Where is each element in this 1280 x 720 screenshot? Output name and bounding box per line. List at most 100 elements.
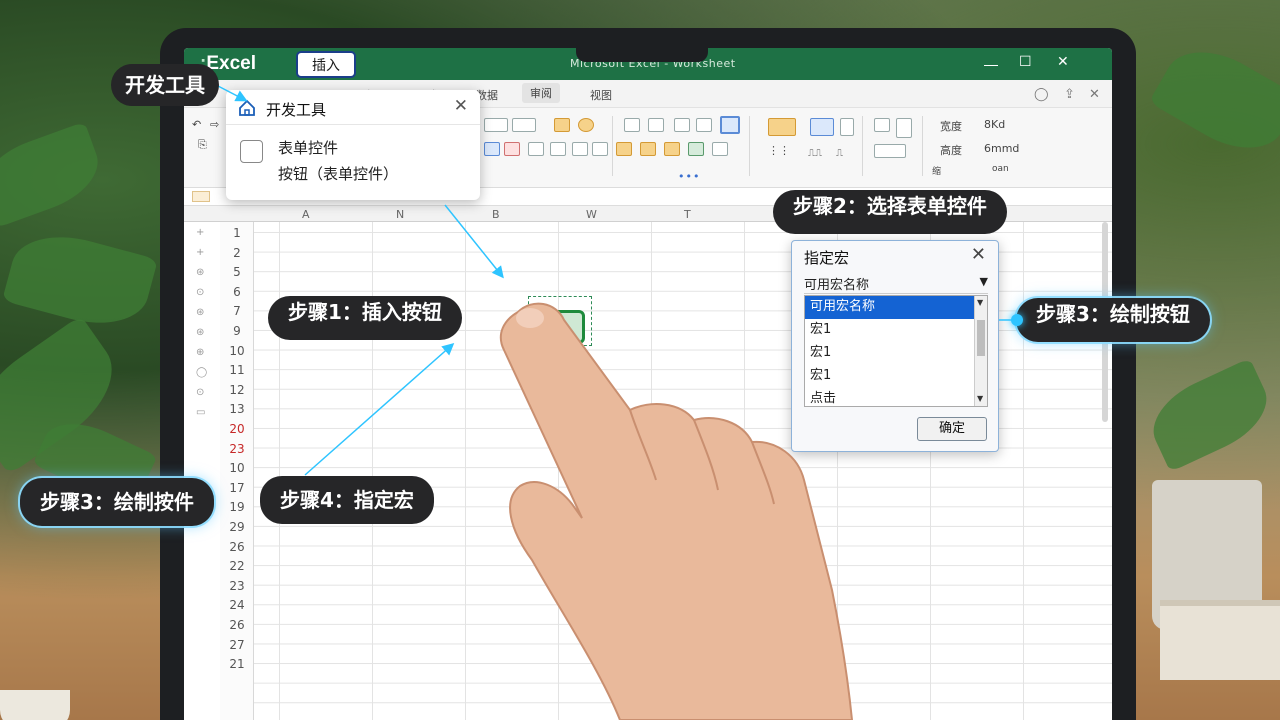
width-label: 宽度 (940, 120, 962, 133)
indent-icon[interactable] (528, 142, 544, 156)
column-header[interactable]: B (492, 208, 500, 221)
image-icon[interactable] (640, 142, 656, 156)
list-scrollbar[interactable]: ▼ ▼ (974, 296, 987, 406)
chart-line-icon[interactable] (768, 118, 796, 136)
scroll-up-icon[interactable]: ▼ (977, 298, 983, 307)
popup-title: 开发工具 (266, 101, 327, 119)
row-number[interactable]: 23 (220, 442, 254, 456)
list-item[interactable]: 宏1 (805, 365, 987, 388)
ribbon-collapse-icon[interactable]: ✕ (1089, 87, 1100, 102)
row-number[interactable]: 9 (220, 324, 254, 338)
list-item[interactable]: 可用宏名称 (805, 296, 987, 319)
arrow-down-icon[interactable] (592, 142, 608, 156)
row-number[interactable]: 10 (220, 461, 254, 475)
row-number[interactable]: 27 (220, 638, 254, 652)
comment-icon[interactable]: ◯ (1034, 87, 1049, 102)
link-icon[interactable] (874, 118, 890, 132)
dialog-title: 指定宏 (804, 249, 850, 267)
row-number[interactable]: 7 (220, 304, 254, 318)
list-item[interactable]: 宏1 (805, 342, 987, 365)
height-label: 高度 (940, 144, 962, 157)
sparkline-icon[interactable]: ⋮⋮ (768, 144, 790, 157)
minimize-icon[interactable]: ⎼ (984, 54, 998, 70)
macro-list[interactable]: 可用宏名称 宏1 宏1 宏1 点击 ▼ ▼ (804, 295, 988, 407)
share-icon[interactable]: ⇪ (1064, 87, 1075, 102)
undo-icon[interactable]: ↶ (192, 118, 201, 131)
row-number[interactable]: 26 (220, 618, 254, 632)
restore-icon[interactable]: ☐ (1019, 54, 1032, 70)
row-number[interactable]: 26 (220, 540, 254, 554)
row-number[interactable]: 22 (220, 559, 254, 573)
symbol-icon[interactable] (712, 142, 728, 156)
shape-icon[interactable] (578, 118, 594, 132)
column-header[interactable]: T (684, 208, 691, 221)
ok-button[interactable]: 确定 (917, 417, 987, 441)
chart-col-icon[interactable] (840, 118, 854, 136)
row-number[interactable]: 20 (220, 422, 254, 436)
scroll-down-icon[interactable]: ▼ (977, 394, 983, 403)
column-header[interactable]: N (396, 208, 404, 221)
row-number[interactable]: 2 (220, 246, 254, 260)
merge-icon[interactable] (572, 142, 588, 156)
clipboard-icon[interactable]: ⎘ (198, 138, 207, 152)
header-footer-icon[interactable] (896, 118, 912, 138)
wrap-icon[interactable] (550, 142, 566, 156)
filter-icon[interactable]: ⎍ (836, 148, 843, 159)
close-icon[interactable]: ✕ (454, 96, 468, 116)
row-number[interactable]: 6 (220, 285, 254, 299)
name-box[interactable] (192, 191, 210, 202)
list-item[interactable]: 点击 (805, 388, 987, 406)
row-number[interactable]: 5 (220, 265, 254, 279)
height-value[interactable]: 6mmd (984, 142, 1019, 155)
callout-step4: 步骤4：指定宏 (260, 476, 434, 524)
row-icons-column: + + ⊛ ⊙ ⊛ ⊛ ⊕ ◯ ⊙ ▭ (184, 222, 220, 720)
list-item[interactable]: 宏1 (805, 319, 987, 342)
form-control-checkbox[interactable] (240, 140, 263, 163)
row-number[interactable]: 13 (220, 402, 254, 416)
row-number[interactable]: 17 (220, 481, 254, 495)
callout-developer-tools: 开发工具 (111, 64, 219, 106)
textbox-icon[interactable] (674, 118, 690, 132)
close-icon[interactable]: ✕ (971, 244, 986, 265)
row-number[interactable]: 19 (220, 500, 254, 514)
size-box-icon[interactable] (512, 118, 536, 132)
insert-tab[interactable]: 插入 (296, 51, 356, 78)
chart-icon[interactable] (664, 142, 680, 156)
row-number[interactable]: 24 (220, 598, 254, 612)
form-button-control[interactable] (524, 310, 585, 344)
slicer-icon[interactable]: ⎍⎍ (808, 148, 822, 159)
close-icon[interactable]: ✕ (1057, 54, 1069, 70)
row-number[interactable]: 12 (220, 383, 254, 397)
column-header[interactable]: W (586, 208, 597, 221)
home-icon (239, 99, 255, 116)
row-number[interactable]: 11 (220, 363, 254, 377)
redo-icon[interactable]: ⇨ (210, 118, 219, 131)
align-icon[interactable] (504, 142, 520, 156)
fill-color-icon[interactable] (554, 118, 570, 132)
menu-view[interactable]: 视图 (590, 87, 612, 103)
row-number[interactable]: 1 (220, 226, 254, 240)
gear-icon[interactable] (648, 118, 664, 132)
insert-shape-icon[interactable] (624, 118, 640, 132)
highlight-icon[interactable] (616, 142, 632, 156)
callout-step1: 步骤1：插入按钮 (268, 296, 462, 340)
ribbon-more-icon[interactable]: ••• (678, 170, 700, 183)
row-number[interactable]: 29 (220, 520, 254, 534)
select-tool-icon[interactable] (720, 116, 740, 134)
border-icon[interactable] (484, 142, 500, 156)
list-icon[interactable] (696, 118, 712, 132)
column-header[interactable]: A (302, 208, 310, 221)
row-headers: 1 2 5 6 7 9 10 11 12 13 20 23 10 17 19 29 26 22 23 24 26 27 21 (220, 222, 254, 720)
row-number[interactable]: 10 (220, 344, 254, 358)
width-value[interactable]: 8Kd (984, 118, 1005, 131)
menu-review[interactable]: 审阅 (522, 83, 560, 103)
text-icon[interactable] (874, 144, 906, 158)
button-form-control-item[interactable]: 按钮（表单控件） (278, 163, 398, 184)
chart-bar-icon[interactable] (810, 118, 834, 136)
font-box-icon[interactable] (484, 118, 508, 132)
row-number[interactable]: 21 (220, 657, 254, 671)
table-icon[interactable] (688, 142, 704, 156)
row-number[interactable]: 23 (220, 579, 254, 593)
form-controls-item[interactable]: 表单控件 (278, 137, 338, 158)
macro-name-select[interactable]: 可用宏名称 ▼ (804, 274, 988, 294)
